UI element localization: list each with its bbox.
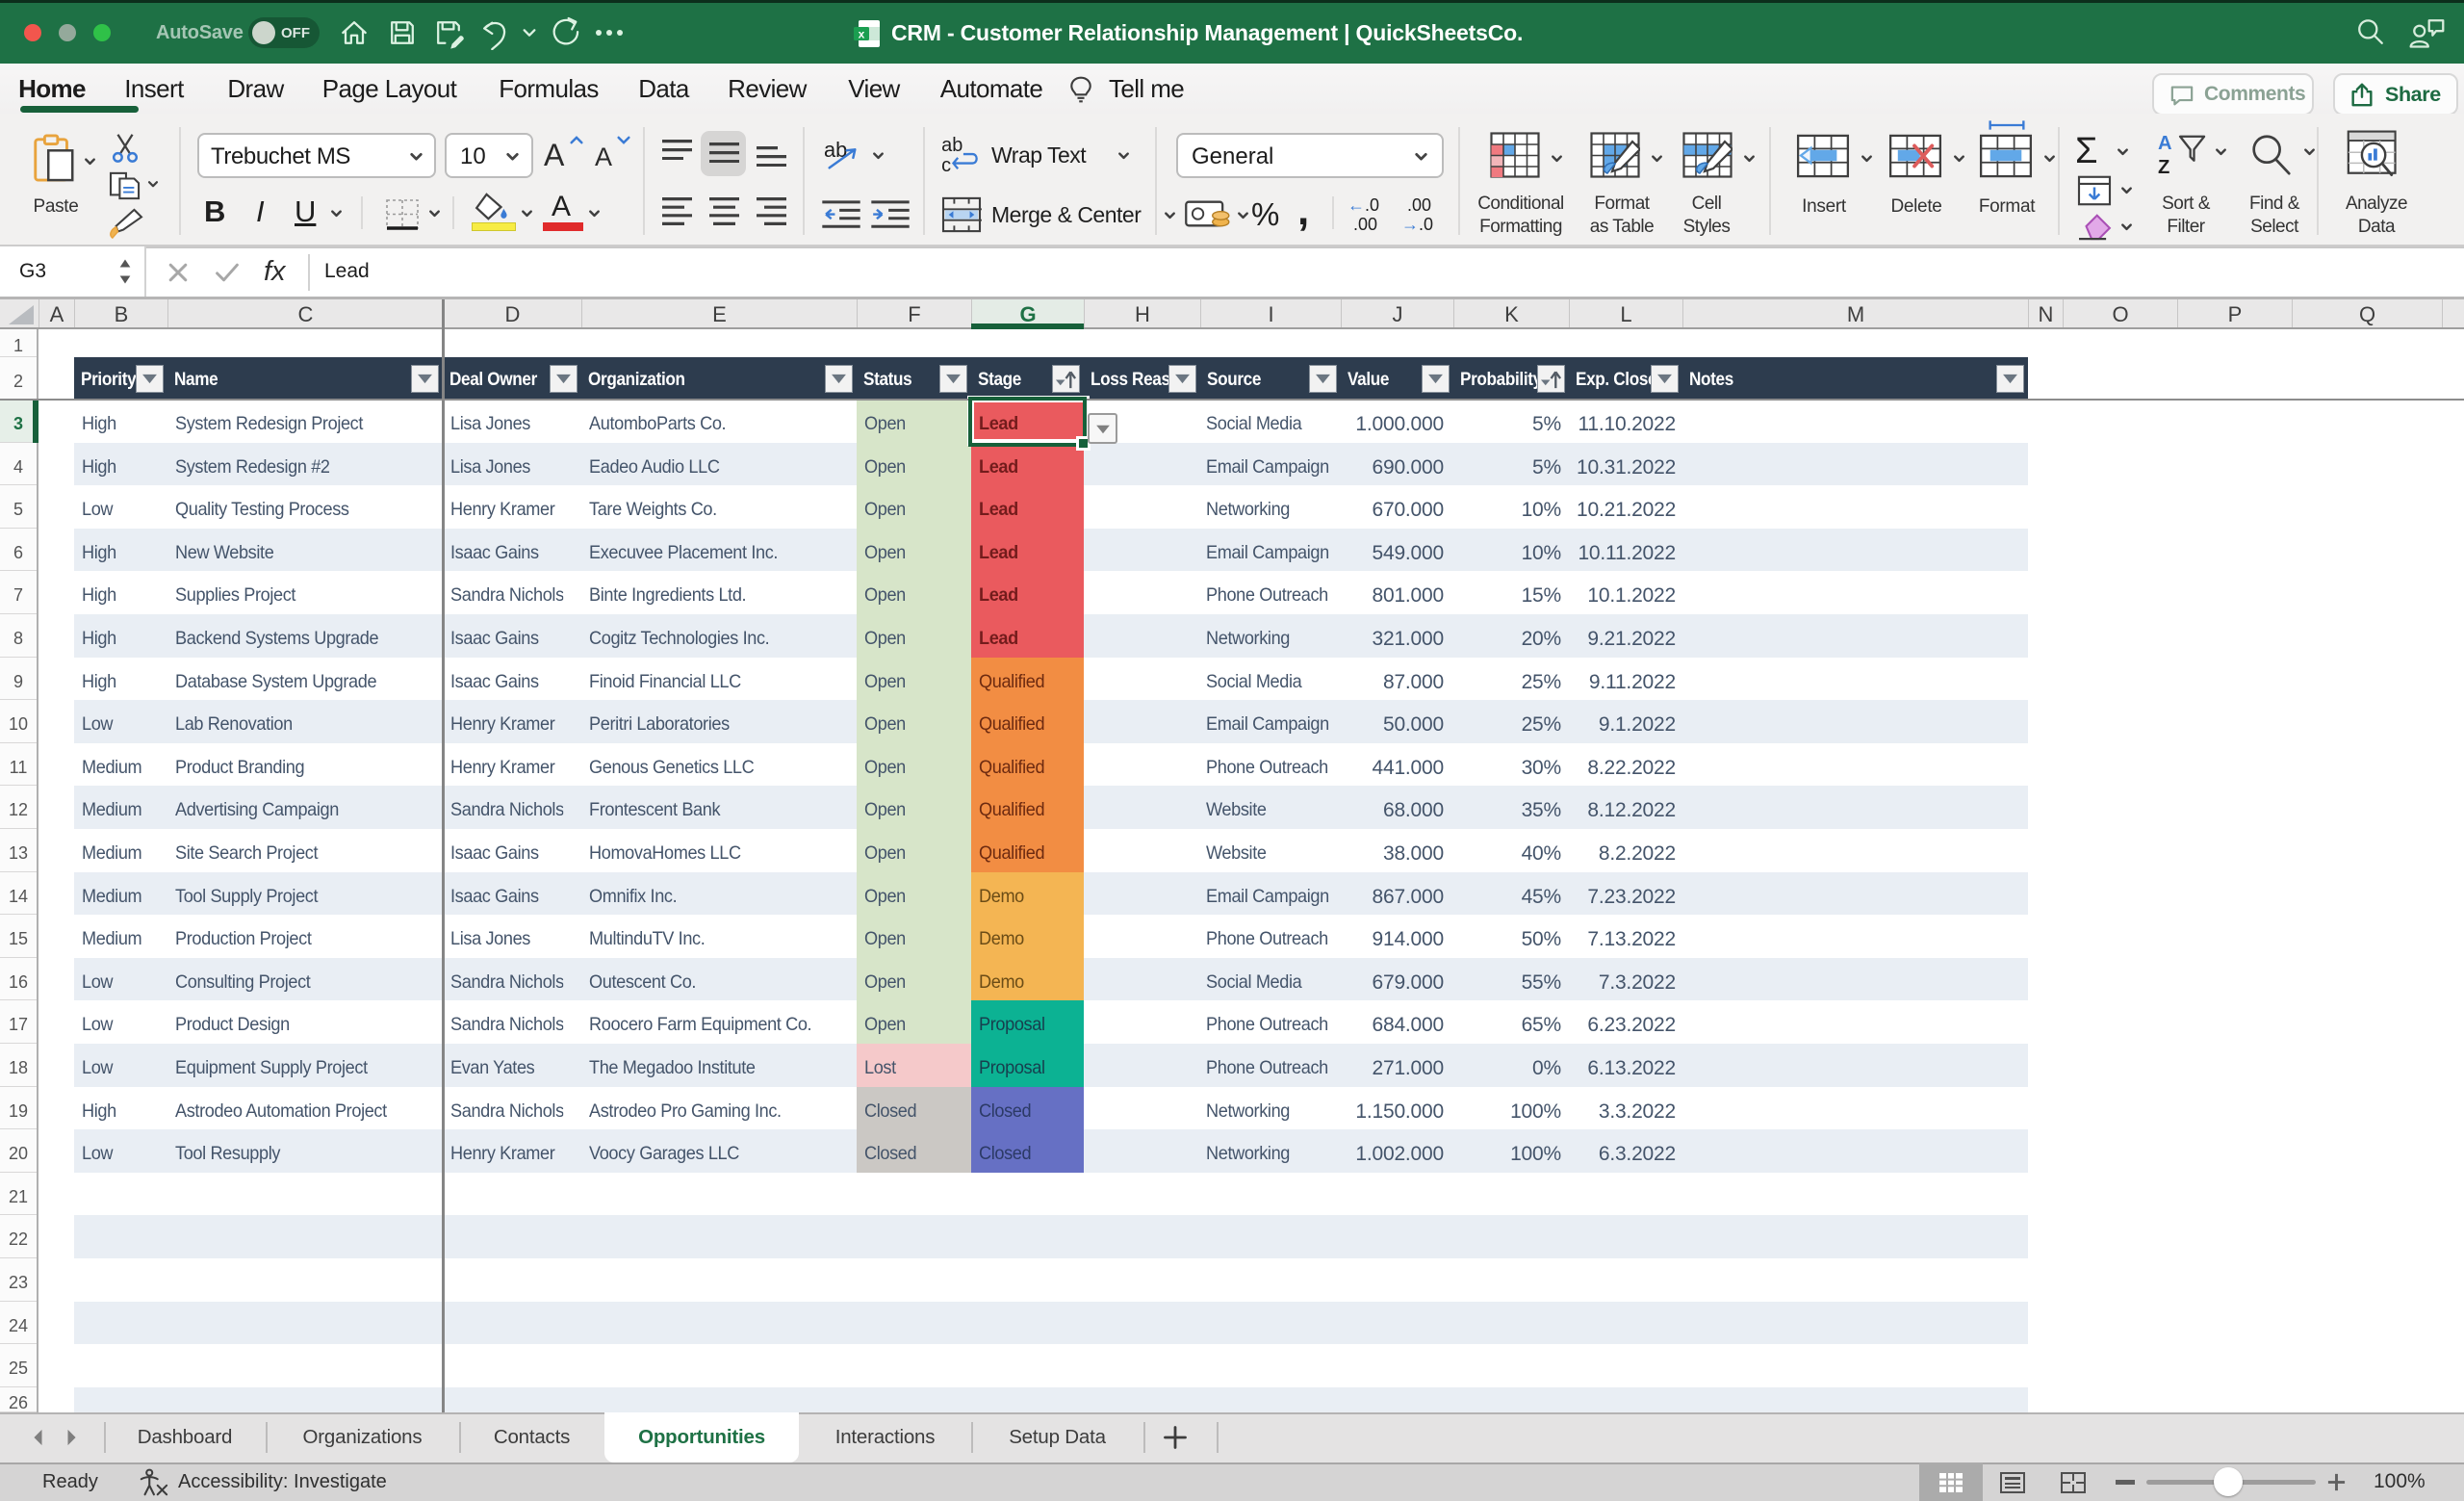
svg-text:x: x	[859, 28, 865, 41]
svg-text:A: A	[2158, 133, 2172, 154]
svg-text:Z: Z	[2158, 157, 2169, 178]
svg-text:ab: ab	[941, 137, 962, 156]
svg-text:c: c	[941, 155, 951, 173]
